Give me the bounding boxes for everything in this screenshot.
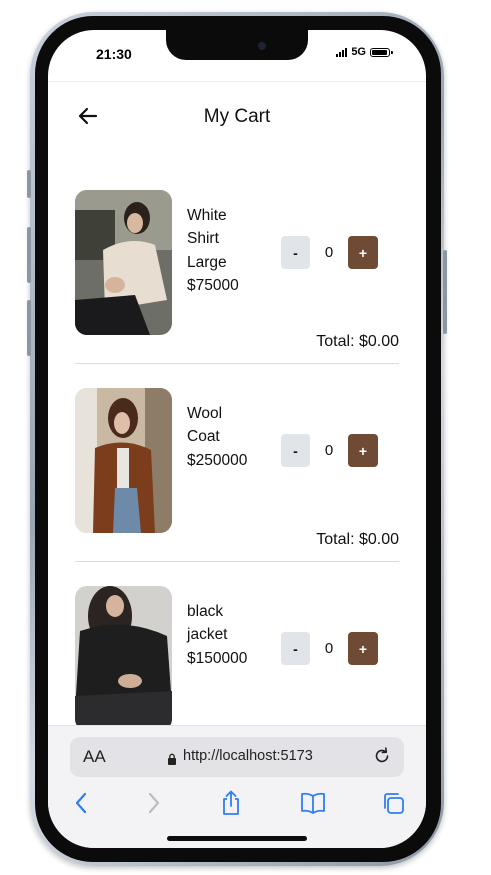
text-size-button[interactable]: AA (83, 747, 106, 767)
notch (166, 30, 308, 60)
share-icon[interactable] (216, 788, 246, 818)
tabs-icon[interactable] (378, 788, 408, 818)
quantity-value: 0 (324, 244, 334, 261)
item-total: Total: $0.00 (316, 333, 399, 350)
product-price: $75000 (187, 276, 239, 294)
lock-icon (167, 752, 177, 770)
product-image[interactable] (75, 586, 172, 731)
product-name-line: black (187, 603, 224, 620)
address-bar[interactable]: AA http://localhost:5173 (70, 737, 404, 777)
product-price: $150000 (187, 649, 248, 667)
browser-bottom-bar: AA http://localhost:5173 (48, 725, 426, 848)
camera-icon (258, 42, 266, 50)
cart-item: White Shirt Large $75000 - 0 + Total: $0… (75, 190, 399, 360)
product-image[interactable] (75, 190, 172, 335)
product-name-line: Wool (187, 405, 223, 422)
status-divider (48, 81, 426, 82)
status-time: 21:30 (96, 46, 132, 62)
browser-toolbar (48, 788, 426, 822)
page-title: My Cart (203, 106, 271, 127)
item-total: Total: $0.00 (316, 531, 399, 548)
battery-icon (370, 47, 393, 57)
increase-quantity-button[interactable]: + (348, 632, 378, 665)
mute-switch (27, 170, 31, 198)
product-name-line: Coat (187, 428, 220, 446)
product-name-line: White (187, 207, 227, 224)
reload-icon[interactable] (372, 746, 392, 771)
signal-icon (336, 47, 348, 57)
increase-quantity-button[interactable]: + (348, 434, 378, 467)
product-name-line: Large (187, 253, 227, 271)
item-divider (75, 363, 399, 364)
url-text: http://localhost:5173 (183, 748, 313, 764)
product-name-line: jacket (187, 626, 228, 644)
product-image[interactable] (75, 388, 172, 533)
forward-icon[interactable] (139, 788, 169, 818)
cart-item: black jacket $150000 - 0 + (75, 586, 399, 731)
quantity-value: 0 (324, 640, 334, 657)
product-info: Wool Coat $250000 (187, 402, 267, 472)
quantity-value: 0 (324, 442, 334, 459)
cart-item: Wool Coat $250000 - 0 + Total: $0.00 (75, 388, 399, 558)
decrease-quantity-button[interactable]: - (281, 434, 310, 467)
status-indicators: 5G (336, 46, 393, 58)
decrease-quantity-button[interactable]: - (281, 236, 310, 269)
quantity-stepper: - 0 + (281, 434, 378, 468)
product-price: $250000 (187, 451, 248, 469)
volume-down-button (27, 300, 31, 356)
home-indicator (167, 836, 307, 841)
quantity-stepper: - 0 + (281, 236, 378, 270)
product-info: White Shirt Large $75000 (187, 204, 267, 297)
text-size-label: AA (83, 747, 106, 766)
back-icon[interactable] (66, 788, 96, 818)
power-button (443, 250, 447, 334)
volume-up-button (27, 227, 31, 283)
increase-quantity-button[interactable]: + (348, 236, 378, 269)
app-header: My Cart (48, 102, 426, 132)
item-divider (75, 561, 399, 562)
network-label: 5G (351, 46, 366, 58)
decrease-quantity-button[interactable]: - (281, 632, 310, 665)
product-name-line: Shirt (187, 230, 219, 248)
phone-screen: 21:30 5G My Cart White Shirt Large $7500… (48, 30, 426, 848)
quantity-stepper: - 0 + (281, 632, 378, 666)
bookmarks-icon[interactable] (298, 788, 328, 818)
product-info: black jacket $150000 (187, 600, 267, 670)
